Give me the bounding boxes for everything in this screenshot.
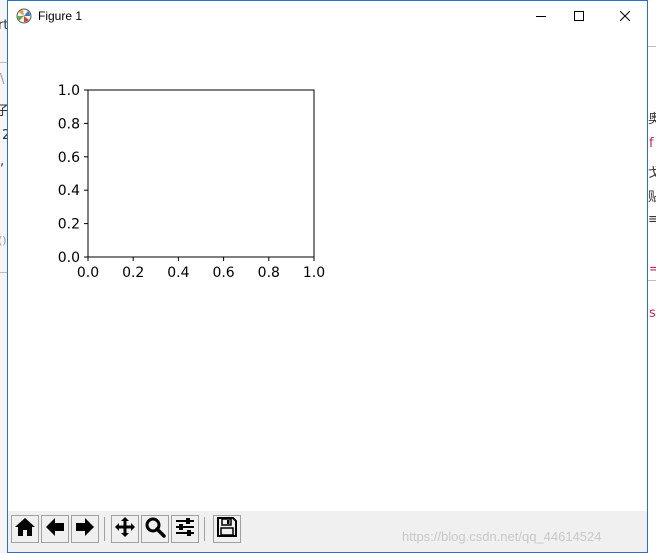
pan-icon: [114, 516, 136, 542]
configure-subplots-icon: [174, 516, 196, 542]
window-title: Figure 1: [38, 9, 83, 23]
home-icon: [14, 516, 36, 542]
navigation-toolbar: https://blog.csdn.net/qq_44614524: [8, 511, 647, 552]
matplotlib-icon: [16, 8, 32, 24]
toolbar-separator: [104, 517, 105, 541]
y-tick-label: 0.6: [58, 150, 80, 166]
background-text: 贴: [648, 190, 656, 205]
pan-button[interactable]: [111, 515, 139, 543]
save-button[interactable]: [213, 515, 241, 543]
watermark-text: https://blog.csdn.net/qq_44614524: [402, 529, 602, 544]
background-text: =: [649, 262, 656, 277]
back-button[interactable]: [41, 515, 69, 543]
background-divider: [648, 280, 656, 281]
zoom-icon: [144, 516, 166, 542]
back-icon: [44, 516, 66, 542]
background-text: ,: [0, 154, 5, 169]
maximize-icon: [574, 11, 584, 21]
x-tick-label: 0.6: [212, 265, 234, 281]
background-text: 奥: [648, 112, 656, 127]
background-text: \: [0, 72, 5, 87]
background-text: (): [0, 234, 7, 247]
toolbar-separator: [204, 517, 205, 541]
forward-icon: [74, 516, 96, 542]
forward-button[interactable]: [71, 515, 99, 543]
y-tick-label: 1.0: [58, 83, 80, 99]
y-tick-label: 0.0: [58, 250, 80, 266]
background-text: 戈: [648, 166, 656, 181]
home-button[interactable]: [11, 515, 39, 543]
figure-canvas[interactable]: 0.0 0.2 0.4 0.6 0.8 1.0 0.0 0.2 0.4 0.6 0.8 1.0: [8, 31, 647, 511]
maximize-button[interactable]: [556, 1, 602, 31]
x-tick-label: 0.4: [167, 265, 189, 281]
x-tick-label: 0.2: [122, 265, 144, 281]
background-text: f: [649, 136, 654, 151]
axes-frame: [87, 89, 315, 258]
save-icon: [216, 516, 238, 542]
background-divider: [648, 46, 656, 47]
close-button[interactable]: [602, 1, 648, 31]
configure-subplots-button[interactable]: [171, 515, 199, 543]
background-text: s: [649, 306, 656, 321]
x-tick-label: 0.8: [258, 265, 280, 281]
axes-plot: 0.0 0.2 0.4 0.6 0.8 1.0 0.0 0.2 0.4 0.6 0.8 1.0: [58, 83, 325, 281]
y-tick-label: 0.2: [58, 217, 80, 233]
background-text: ≡: [648, 212, 656, 227]
close-icon: [620, 11, 630, 21]
y-tick-label: 0.4: [58, 183, 80, 199]
x-tick-label: 1.0: [303, 265, 325, 281]
minimize-icon: [536, 11, 546, 21]
figure-window: Figure 1 0.0 0.2 0.4 0.6 0.8 1.0 0.0 0.2 0.4 0.6 0…: [7, 0, 648, 553]
zoom-button[interactable]: [141, 515, 169, 543]
x-tick-label: 0.0: [77, 265, 99, 281]
title-bar[interactable]: Figure 1: [8, 1, 647, 31]
y-tick-label: 0.8: [58, 116, 80, 132]
